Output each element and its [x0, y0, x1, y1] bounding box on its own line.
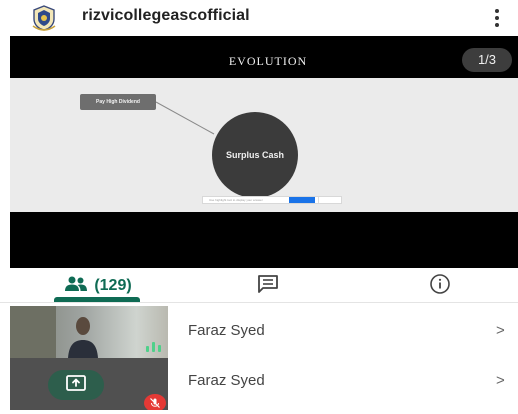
- slide-toolbar-button: [289, 197, 315, 203]
- slide-title: EVOLUTION: [228, 54, 308, 68]
- slide-toolbar-link: [318, 197, 332, 203]
- chat-icon: [257, 274, 279, 299]
- presentation-stage[interactable]: EVOLUTION 1/3 Pay High Dividend Surplus …: [10, 36, 518, 268]
- people-icon: [64, 276, 88, 297]
- self-video-tile[interactable]: [10, 306, 168, 410]
- self-camera-feed: [10, 306, 168, 358]
- participant-name: Faraz Syed: [188, 322, 265, 339]
- tab-chat[interactable]: [248, 268, 288, 304]
- app-header: rizvicollegeascofficial: [0, 0, 518, 36]
- chevron-right-icon: >: [496, 322, 505, 339]
- college-crest-icon[interactable]: [30, 4, 58, 32]
- tabs-divider: [0, 302, 518, 303]
- participant-silhouette: [68, 317, 98, 358]
- slide-node-big: Surplus Cash: [212, 112, 298, 198]
- slide-toolbar-hint: Use highlight tool to display your answe…: [209, 198, 263, 202]
- participant-row[interactable]: Faraz Syed >: [178, 308, 518, 356]
- audio-level-icon: [146, 340, 164, 352]
- mic-off-icon: [144, 394, 166, 410]
- slide-toolbar: Use highlight tool to display your answe…: [202, 196, 342, 204]
- info-icon: [429, 273, 451, 300]
- present-screen-icon: [65, 374, 87, 397]
- participant-row[interactable]: Faraz Syed >: [178, 358, 518, 406]
- present-screen-button[interactable]: [48, 370, 104, 400]
- page-indicator: 1/3: [462, 48, 512, 72]
- tab-info[interactable]: [420, 268, 460, 304]
- slide-node-small: Pay High Dividend: [80, 94, 156, 110]
- people-count: (129): [94, 277, 132, 294]
- slide-canvas: Pay High Dividend Surplus Cash Use highl…: [10, 78, 518, 212]
- chevron-right-icon: >: [496, 372, 505, 389]
- more-vert-icon[interactable]: [490, 6, 504, 30]
- participant-name: Faraz Syed: [188, 372, 265, 389]
- self-tile-controls: [10, 358, 168, 410]
- account-name[interactable]: rizvicollegeascofficial: [82, 7, 250, 25]
